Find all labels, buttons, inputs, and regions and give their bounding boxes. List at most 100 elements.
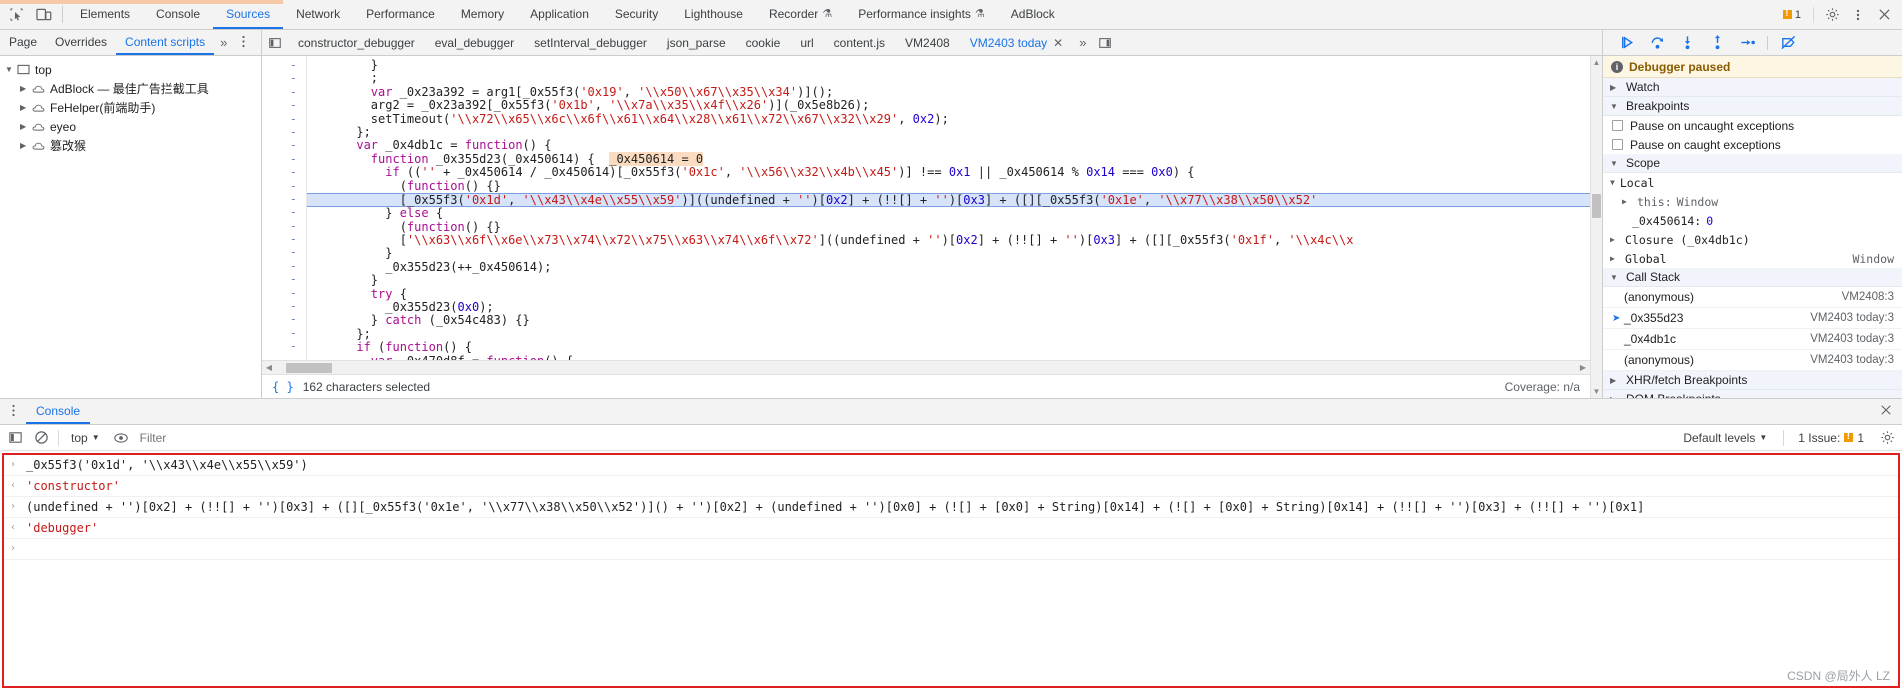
step-over-icon[interactable] <box>1647 33 1667 53</box>
tab-performance[interactable]: Performance <box>353 0 448 29</box>
hscroll-thumb[interactable] <box>286 362 332 373</box>
code-line[interactable]: var _0x4db1c = function() { <box>307 138 1590 152</box>
chevron-down-icon[interactable]: ▼ <box>5 65 17 74</box>
file-tab-content-js[interactable]: content.js <box>824 36 895 50</box>
gutter-marker[interactable]: - <box>262 219 297 233</box>
code-line[interactable]: setTimeout('\\x72\\x65\\x6c\\x6f\\x61\\x… <box>307 112 1590 126</box>
scope-this-row[interactable]: ▶ this: Window <box>1603 192 1902 211</box>
code-line[interactable]: (function() {} <box>307 220 1590 234</box>
file-tab-url[interactable]: url <box>790 36 823 50</box>
gutter-marker[interactable]: - <box>262 286 297 300</box>
deactivate-breakpoints-icon[interactable] <box>1778 33 1798 53</box>
close-tab-icon[interactable]: ✕ <box>1053 36 1063 50</box>
file-tab-vm2403-today[interactable]: VM2403 today ✕ <box>960 36 1073 50</box>
tree-item-frame-2[interactable]: ▶ FeHelper(前端助手) <box>0 98 261 117</box>
gutter-marker[interactable]: - <box>262 299 297 313</box>
gutter-marker[interactable]: - <box>262 85 297 99</box>
tab-elements[interactable]: Elements <box>67 0 143 29</box>
scroll-down-icon[interactable]: ▼ <box>1593 387 1601 396</box>
code-line[interactable]: [_0x55f3('0x1d', '\\x43\\x4e\\x55\\x59')… <box>307 192 1590 208</box>
clear-console-icon[interactable] <box>32 429 50 447</box>
scroll-left-icon[interactable]: ◀ <box>262 363 276 372</box>
scroll-up-icon[interactable]: ▲ <box>1593 58 1601 68</box>
tree-item-frame-4[interactable]: ▶ 篡改猴 <box>0 136 261 155</box>
code-line[interactable]: ; <box>307 71 1590 85</box>
watch-section-header[interactable]: ▶ Watch <box>1603 78 1902 97</box>
scope-global-row[interactable]: ▶ Global Window <box>1603 249 1902 268</box>
call-stack-frame[interactable]: _0x4db1c VM2403 today:3 <box>1603 329 1902 350</box>
chevron-right-icon[interactable]: ▶ <box>1610 254 1620 263</box>
tree-item-frame-1[interactable]: ▶ AdBlock — 最佳广告拦截工具 <box>0 79 261 98</box>
gutter-marker[interactable]: - <box>262 205 297 219</box>
gutter-marker[interactable]: - <box>262 326 297 340</box>
gear-icon[interactable] <box>1820 3 1844 27</box>
tab-console[interactable]: Console <box>143 0 213 29</box>
step-into-icon[interactable] <box>1677 33 1697 53</box>
console-result-line[interactable]: ‹ 'constructor' <box>4 476 1898 497</box>
gutter-marker[interactable]: - <box>262 339 297 353</box>
file-tab-constructor_debugger[interactable]: constructor_debugger <box>288 36 425 50</box>
file-tab-json_parse[interactable]: json_parse <box>657 36 736 50</box>
issues-badge[interactable]: 1 Issue: 1 <box>1792 431 1870 445</box>
pause-on-caught-exceptions-row[interactable]: Pause on caught exceptions <box>1603 135 1902 154</box>
format-braces-icon[interactable]: { } <box>272 380 294 394</box>
chevron-right-icon[interactable]: ▶ <box>20 84 32 93</box>
code-line[interactable]: var _0x23a392 = arg1[_0x55f3('0x19', '\\… <box>307 85 1590 99</box>
gutter-marker[interactable]: - <box>262 98 297 112</box>
gutter-marker[interactable]: - <box>262 259 297 273</box>
step-out-icon[interactable] <box>1707 33 1727 53</box>
log-levels-selector[interactable]: Default levels ▼ <box>1675 431 1775 445</box>
scope-local-header[interactable]: ▼ Local <box>1603 173 1902 192</box>
editor-vertical-scrollbar[interactable]: ▲ ▼ <box>1590 56 1602 398</box>
gutter-marker[interactable]: - <box>262 246 297 260</box>
code-line[interactable]: } else { <box>307 206 1590 220</box>
gutter-marker[interactable]: - <box>262 71 297 85</box>
toggle-navigator-icon[interactable] <box>262 36 288 50</box>
console-input-line[interactable]: › (undefined + '')[0x2] + (!![] + '')[0x3… <box>4 497 1898 518</box>
gutter-marker[interactable]: - <box>262 272 297 286</box>
chevron-right-icon[interactable]: ▶ <box>20 141 32 150</box>
pause-uncaught-checkbox[interactable] <box>1612 120 1623 131</box>
code-line[interactable]: } <box>307 273 1590 287</box>
code-line[interactable]: var _0x470d8f = function() { <box>307 354 1590 360</box>
navigator-kebab-icon[interactable] <box>233 35 258 50</box>
editor-horizontal-scrollbar[interactable]: ◀ ▶ <box>262 360 1590 374</box>
file-tab-vm2408[interactable]: VM2408 <box>895 36 960 50</box>
tab-application[interactable]: Application <box>517 0 602 29</box>
gutter-marker[interactable]: - <box>262 353 297 360</box>
scope-closure-row[interactable]: ▶ Closure (_0x4db1c) <box>1603 230 1902 249</box>
tab-network[interactable]: Network <box>283 0 353 29</box>
scroll-right-icon[interactable]: ▶ <box>1576 363 1590 372</box>
chevron-right-icon[interactable]: ▶ <box>20 122 32 131</box>
scope-var-row[interactable]: _0x450614: 0 <box>1603 211 1902 230</box>
gutter-marker[interactable]: - <box>262 125 297 139</box>
tree-item-frame-3[interactable]: ▶ eyeo <box>0 117 261 136</box>
pause-caught-checkbox[interactable] <box>1612 139 1623 150</box>
subtab-content-scripts[interactable]: Content scripts <box>116 30 215 55</box>
vscroll-thumb[interactable] <box>1592 194 1601 218</box>
close-devtools-icon[interactable] <box>1872 3 1896 27</box>
code-line[interactable]: if (('' + _0x450614 / _0x450614)[_0x55f3… <box>307 165 1590 179</box>
console-messages[interactable]: › _0x55f3('0x1d', '\\x43\\x4e\\x55\\x59')… <box>2 453 1900 688</box>
gutter-marker[interactable]: - <box>262 179 297 193</box>
code-line[interactable]: } catch (_0x54c483) {} <box>307 314 1590 328</box>
drawer-close-icon[interactable] <box>1870 404 1902 419</box>
call-stack-frame[interactable]: ➤ _0x355d23 VM2403 today:3 <box>1603 308 1902 329</box>
code-line[interactable]: function _0x355d23(_0x450614) { _0x45061… <box>307 151 1590 166</box>
tab-memory[interactable]: Memory <box>448 0 517 29</box>
chevron-right-icon[interactable]: ▶ <box>20 103 32 112</box>
subtab-overrides[interactable]: Overrides <box>46 30 116 55</box>
gutter-marker[interactable]: - <box>262 58 297 72</box>
tab-performance-insights[interactable]: Performance insights ⚗ <box>845 0 998 29</box>
subtabs-overflow-icon[interactable]: » <box>214 35 233 50</box>
tab-security[interactable]: Security <box>602 0 671 29</box>
xhr-breakpoints-section-header[interactable]: ▶ XHR/fetch Breakpoints <box>1603 371 1902 390</box>
file-tab-cookie[interactable]: cookie <box>736 36 791 50</box>
gutter-marker[interactable]: - <box>262 112 297 126</box>
tree-item-top[interactable]: ▼ top <box>0 60 261 79</box>
kebab-menu-icon[interactable] <box>1846 3 1870 27</box>
warning-badge[interactable]: 1 <box>1777 8 1807 21</box>
step-icon[interactable] <box>1737 33 1757 53</box>
tab-adblock[interactable]: AdBlock <box>998 0 1068 29</box>
file-tab-setinterval_debugger[interactable]: setInterval_debugger <box>524 36 657 50</box>
